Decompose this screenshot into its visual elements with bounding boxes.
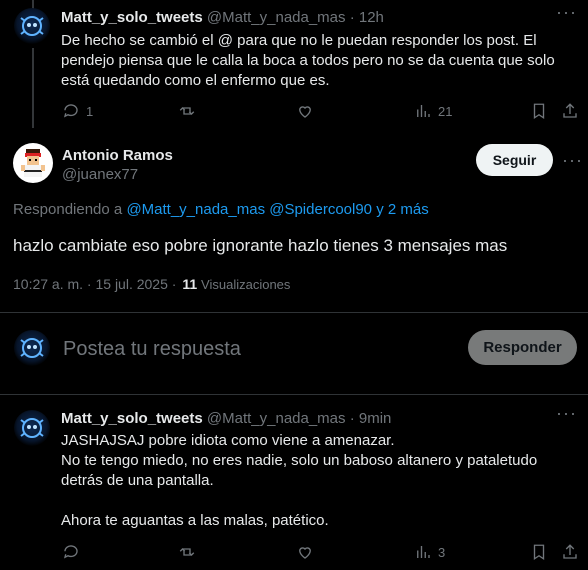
- views-button[interactable]: 21: [414, 102, 452, 120]
- text-line: JASHAJSAJ pobre idiota como viene a amen…: [61, 432, 395, 449]
- reply-icon: [63, 545, 78, 559]
- reply-button[interactable]: [62, 543, 80, 561]
- main-tweet-text: hazlo cambiate eso pobre ignorante hazlo…: [13, 236, 508, 255]
- reply-icon: [63, 104, 78, 118]
- retweet-button[interactable]: [178, 543, 196, 561]
- text-line: De hecho se cambió el @ para que no le p…: [61, 32, 537, 49]
- text-line: pendejo piensa que le calla la boca a to…: [61, 52, 555, 69]
- bookmark-icon: [533, 544, 545, 561]
- reply-input[interactable]: Postea tu respuesta: [63, 338, 453, 361]
- bookmark-button[interactable]: [530, 102, 548, 120]
- share-button[interactable]: [561, 543, 579, 561]
- avatar[interactable]: [14, 410, 50, 446]
- text-line: No te tengo miedo, no eres nadie, solo u…: [61, 452, 538, 469]
- text-line: [61, 491, 581, 511]
- views-count: 3: [438, 544, 446, 560]
- views-chart-icon: [417, 105, 430, 117]
- more-options-icon[interactable]: ···: [556, 403, 577, 424]
- views-count: 21: [438, 103, 453, 119]
- avatar: [14, 330, 50, 366]
- handle[interactable]: @Matt_y_nada_mas: [207, 410, 346, 427]
- more-options-icon[interactable]: ···: [562, 150, 583, 171]
- divider: [0, 394, 588, 395]
- reply-button[interactable]: 1: [62, 102, 93, 120]
- replying-handles-link[interactable]: @Matt_y_nada_mas @Spidercool90 y 2 más: [126, 201, 428, 218]
- tweet-text: De hecho se cambió el @ para que no le p…: [61, 31, 581, 91]
- thread-line: [32, 48, 34, 128]
- like-button[interactable]: [296, 102, 314, 120]
- like-button[interactable]: [296, 543, 314, 561]
- timestamp[interactable]: 9min: [359, 410, 392, 427]
- tweet-meta: 10:27 a. m. · 15 jul. 2025 · 11 Visualiz…: [13, 276, 290, 292]
- views-chart-icon: [417, 546, 430, 558]
- bookmark-icon: [533, 103, 545, 120]
- tweet-header: Matt_y_solo_tweets @Matt_y_nada_mas · 12…: [61, 9, 384, 26]
- display-name[interactable]: Antonio Ramos: [62, 147, 173, 164]
- heart-icon: [299, 547, 311, 559]
- share-icon: [563, 103, 577, 118]
- handle[interactable]: @Matt_y_nada_mas: [207, 9, 346, 26]
- divider: [0, 312, 588, 313]
- display-name[interactable]: Matt_y_solo_tweets: [61, 9, 203, 26]
- views-number: 11: [182, 276, 198, 292]
- spider-logo-icon: [20, 418, 44, 438]
- display-name[interactable]: Matt_y_solo_tweets: [61, 410, 203, 427]
- share-button[interactable]: [561, 102, 579, 120]
- spider-logo-icon: [20, 338, 44, 358]
- bookmark-button[interactable]: [530, 543, 548, 561]
- retweet-icon: [179, 107, 195, 115]
- spider-logo-icon: [20, 16, 44, 36]
- timestamp[interactable]: 10:27 a. m. · 15 jul. 2025 ·: [13, 276, 176, 292]
- retweet-button[interactable]: [178, 102, 196, 120]
- replying-prefix: Respondiendo a: [13, 201, 123, 218]
- timestamp[interactable]: 12h: [359, 9, 384, 26]
- reply-count: 1: [86, 103, 94, 119]
- share-icon: [563, 544, 577, 559]
- tweet-header: Matt_y_solo_tweets @Matt_y_nada_mas · 9m…: [61, 410, 391, 427]
- separator: ·: [349, 410, 355, 427]
- replying-to: Respondiendo a @Matt_y_nada_mas @Spiderc…: [13, 201, 429, 218]
- text-line: Ahora te aguantas a las malas, patético.: [61, 512, 329, 529]
- views-button[interactable]: 3: [414, 543, 445, 561]
- text-line: detrás de una pantalla.: [61, 472, 214, 489]
- heart-icon: [299, 106, 311, 118]
- views-label: Visualizaciones: [201, 277, 291, 292]
- more-options-icon[interactable]: ···: [556, 2, 577, 23]
- avatar[interactable]: [14, 8, 50, 44]
- text-line: está quedando como el enfermo que es.: [61, 72, 330, 89]
- retweet-icon: [179, 548, 195, 556]
- pixel-character-icon: [21, 149, 45, 177]
- separator: ·: [349, 9, 355, 26]
- avatar[interactable]: [13, 143, 53, 183]
- follow-button[interactable]: Seguir: [476, 144, 553, 176]
- tweet-text: JASHAJSAJ pobre idiota como viene a amen…: [61, 431, 581, 531]
- reply-submit-button[interactable]: Responder: [468, 330, 577, 365]
- handle[interactable]: @juanex77: [62, 166, 138, 183]
